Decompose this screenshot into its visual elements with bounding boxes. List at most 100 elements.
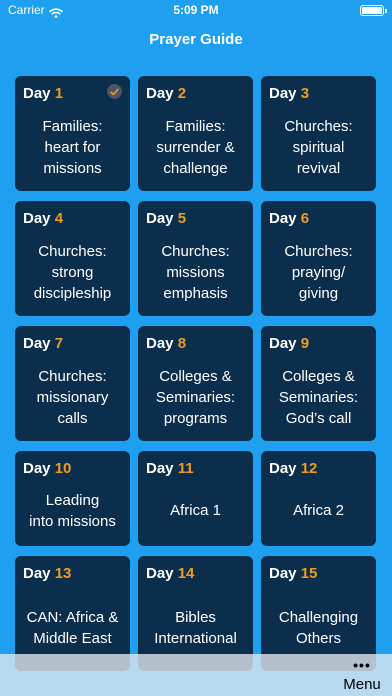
day-number: 5: [177, 210, 187, 227]
day-topic-line: Africa 2: [293, 502, 344, 519]
day-label: Day 15: [269, 565, 317, 582]
day-topic: Churches: spiritual revival: [265, 110, 372, 185]
day-card-7[interactable]: Day 7 Churches: missionary calls: [15, 326, 130, 441]
day-label: Day 12: [269, 460, 317, 477]
day-card-2[interactable]: Day 2 Families: surrender & challenge: [138, 76, 253, 191]
day-prefix: Day: [269, 565, 297, 582]
day-card-11[interactable]: Day 11 Africa 1: [138, 451, 253, 546]
day-number: 10: [54, 460, 72, 477]
bottom-toolbar: ••• Menu: [0, 654, 392, 696]
day-topic-line: Families:: [42, 118, 103, 135]
day-topic-line: missionary: [36, 389, 109, 406]
day-topic-line: Middle East: [33, 629, 112, 647]
day-label: Day 1: [23, 85, 63, 102]
day-topic-line: revival: [296, 160, 341, 177]
day-topic-line: praying/: [291, 264, 346, 281]
day-topic-line: Others: [295, 629, 341, 647]
day-topic-line: CAN: Africa &: [26, 608, 119, 626]
day-label: Day 13: [23, 565, 71, 582]
day-prefix: Day: [23, 565, 51, 582]
day-card-5[interactable]: Day 5 Churches: missions emphasis: [138, 201, 253, 316]
day-number: 2: [177, 85, 187, 102]
day-topic-line: Churches:: [38, 368, 107, 385]
day-prefix: Day: [23, 460, 51, 477]
day-topic-line: calls: [57, 410, 88, 427]
day-number: 8: [177, 335, 187, 352]
day-topic-line: Seminaries:: [155, 389, 236, 406]
day-topic-line: spiritual: [292, 139, 345, 156]
day-topic: Leading into missions: [19, 481, 126, 540]
day-topic-line: Churches:: [161, 243, 230, 260]
day-label: Day 7: [23, 335, 63, 352]
day-card-10[interactable]: Day 10 Leading into missions: [15, 451, 130, 546]
day-card-4[interactable]: Day 4 Churches: strong discipleship: [15, 201, 130, 316]
day-topic-line: Challenging: [278, 608, 359, 626]
day-prefix: Day: [23, 210, 51, 227]
day-topic-line: Colleges &: [159, 368, 232, 385]
day-card-6[interactable]: Day 6 Churches: praying/giving: [261, 201, 376, 316]
day-label: Day 11: [146, 460, 194, 477]
day-topic-line: Families:: [165, 118, 226, 135]
day-card-12[interactable]: Day 12 Africa 2: [261, 451, 376, 546]
day-topic-line: Seminaries:: [278, 389, 359, 406]
day-number: 6: [300, 210, 310, 227]
day-number: 3: [300, 85, 310, 102]
day-topic-line: Africa 1: [170, 502, 221, 519]
day-number: 7: [54, 335, 64, 352]
day-topic-line: giving: [298, 285, 339, 302]
day-topic: Churches: strong discipleship: [19, 235, 126, 310]
day-label: Day 14: [146, 565, 194, 582]
day-label: Day 3: [269, 85, 309, 102]
day-prefix: Day: [146, 460, 174, 477]
day-prefix: Day: [269, 85, 297, 102]
day-card-3[interactable]: Day 3 Churches: spiritual revival: [261, 76, 376, 191]
day-topic-line: into missions: [29, 512, 116, 530]
day-topic-line: Colleges &: [282, 368, 355, 385]
day-number: 1: [54, 85, 64, 102]
day-topic: Africa 1: [142, 481, 249, 540]
day-card-1[interactable]: Day 1 Families: heart for missions: [15, 76, 130, 191]
menu-label: Menu: [343, 676, 381, 693]
day-topic-line: challenge: [163, 160, 228, 177]
day-topic-line: missions: [43, 160, 102, 177]
day-topic: Families: surrender & challenge: [142, 110, 249, 185]
day-prefix: Day: [146, 210, 174, 227]
day-topic-line: Bibles: [175, 608, 216, 626]
day-grid: Day 1 Families: heart for missions Day 2 Fami…: [15, 76, 377, 671]
ellipsis-icon: •••: [353, 657, 371, 673]
day-topic-line: International: [154, 629, 237, 647]
day-prefix: Day: [146, 85, 174, 102]
day-label: Day 5: [146, 210, 186, 227]
day-label: Day 10: [23, 460, 71, 477]
day-topic-line: missions: [166, 264, 225, 281]
day-label: Day 6: [269, 210, 309, 227]
day-topic-line: programs: [163, 410, 228, 427]
day-prefix: Day: [23, 335, 51, 352]
day-topic-line: emphasis: [163, 285, 228, 302]
day-number: 14: [177, 565, 195, 582]
battery-icon: [360, 5, 387, 16]
page-title: Prayer Guide: [149, 31, 243, 48]
day-card-8[interactable]: Day 8 Colleges & Seminaries: programs: [138, 326, 253, 441]
day-topic-line: strong: [51, 264, 94, 281]
status-time: 5:09 PM: [173, 3, 219, 17]
day-card-9[interactable]: Day 9 Colleges & Seminaries: God’s call: [261, 326, 376, 441]
day-topic-line: Churches:: [284, 243, 353, 260]
day-topic-line: God’s call: [285, 410, 352, 427]
day-topic: Colleges & Seminaries: God’s call: [265, 360, 372, 435]
day-topic: Africa 2: [265, 481, 372, 540]
day-number: 15: [300, 565, 318, 582]
day-label: Day 9: [269, 335, 309, 352]
day-label: Day 8: [146, 335, 186, 352]
day-topic-line: Churches:: [38, 243, 107, 260]
day-number: 11: [177, 460, 194, 477]
day-topic: Families: heart for missions: [19, 110, 126, 185]
day-prefix: Day: [269, 335, 297, 352]
day-number: 12: [300, 460, 318, 477]
day-number: 13: [54, 565, 72, 582]
day-number: 4: [54, 210, 64, 227]
day-prefix: Day: [23, 85, 51, 102]
day-prefix: Day: [269, 460, 297, 477]
menu-button[interactable]: ••• Menu: [340, 658, 384, 694]
day-label: Day 4: [23, 210, 63, 227]
